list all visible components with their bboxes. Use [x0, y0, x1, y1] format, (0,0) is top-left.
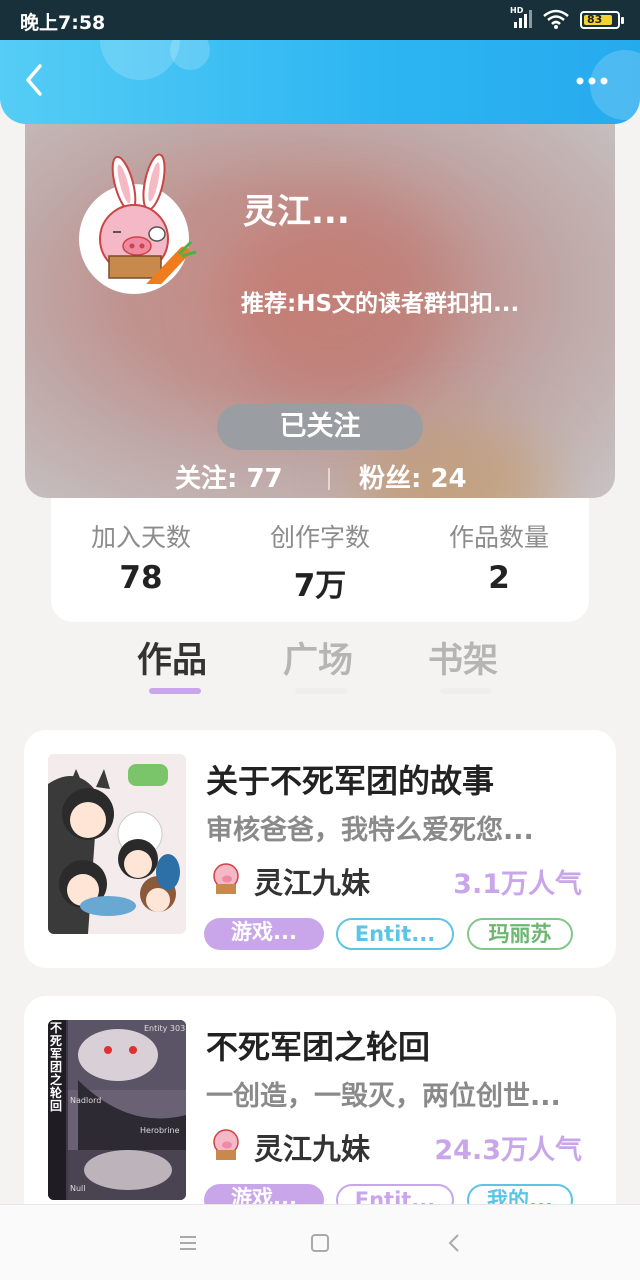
signal-icon — [514, 10, 532, 28]
tab-indicator-active — [149, 688, 201, 694]
work-popularity: 24.3万人气 — [434, 1135, 582, 1166]
work-author[interactable]: 灵江九妹 — [254, 1126, 370, 1168]
stat-label: 加入天数 — [90, 523, 191, 552]
cover-vertical-title: 不死军团之轮回 — [50, 1021, 63, 1113]
battery-icon: 83 — [580, 11, 624, 29]
work-author[interactable]: 灵江九妹 — [254, 860, 370, 902]
work-popularity: 3.1万人气 — [453, 869, 582, 900]
tag-mary-sue[interactable]: 玛丽苏 — [467, 918, 573, 950]
divider — [328, 468, 330, 490]
work-card[interactable]: 关于不死军团的故事 审核爸爸，我特么爱死您... 灵江九妹 3.1万人气 游戏.… — [24, 730, 616, 968]
profile-card: 灵江... 推荐:HS文的读者群扣扣... 已关注 关注: 77 粉丝: 24 — [25, 124, 615, 498]
stat-word-count: 创作字数 7万 — [230, 518, 410, 605]
tab-bookshelf[interactable]: 书架 — [428, 632, 498, 683]
system-nav-bar — [0, 1204, 640, 1280]
profile-recommendation: 推荐:HS文的读者群扣扣... — [241, 291, 520, 317]
follow-button[interactable]: 已关注 — [217, 404, 423, 450]
back-button[interactable] — [20, 60, 52, 100]
tag-genre[interactable]: 游戏... — [204, 918, 324, 950]
profile-name: 灵江... — [243, 192, 350, 232]
stat-value: 7万 — [293, 568, 347, 604]
tab-indicator — [295, 688, 347, 694]
status-time: 晚上7:58 — [20, 12, 106, 34]
stat-label: 作品数量 — [448, 523, 549, 552]
menu-icon[interactable] — [176, 1231, 200, 1255]
tab-works[interactable]: 作品 — [137, 632, 207, 683]
work-description: 一创造，一毁灭，两位创世... — [206, 1081, 561, 1112]
fans-count[interactable]: 粉丝: 24 — [359, 458, 467, 495]
stats-panel: 加入天数 78 创作字数 7万 作品数量 2 — [51, 498, 589, 622]
profile-tabs: 作品 广场 书架 — [0, 622, 640, 708]
work-cover-image[interactable]: 不死军团之轮回 Entity 303 Nadlord Herobrine Nul… — [48, 1020, 186, 1200]
cover-label: Null — [70, 1184, 86, 1193]
stat-join-days: 加入天数 78 — [51, 518, 231, 596]
stat-work-count: 作品数量 2 — [409, 518, 589, 596]
battery-level: 83 — [587, 13, 603, 26]
avatar[interactable] — [79, 153, 197, 294]
back-triangle-icon[interactable] — [443, 1231, 467, 1255]
work-cover-image[interactable] — [48, 754, 186, 934]
work-description: 审核爸爸，我特么爱死您... — [206, 815, 534, 846]
work-title[interactable]: 不死军团之轮回 — [206, 1022, 430, 1068]
author-avatar-icon — [213, 863, 239, 894]
cover-label: Entity 303 — [144, 1024, 186, 1033]
stat-label: 创作字数 — [269, 523, 370, 552]
tab-square[interactable]: 广场 — [283, 632, 353, 683]
top-header — [0, 40, 640, 124]
stat-value: 78 — [119, 560, 163, 596]
cover-label: Nadlord — [70, 1096, 102, 1105]
cover-label: Herobrine — [140, 1126, 180, 1135]
tag-entity[interactable]: Entit... — [336, 918, 454, 950]
stat-value: 2 — [488, 560, 510, 596]
work-card[interactable]: 不死军团之轮回 Entity 303 Nadlord Herobrine Nul… — [24, 996, 616, 1234]
work-title[interactable]: 关于不死军团的故事 — [206, 756, 494, 802]
author-avatar-icon — [213, 1129, 239, 1160]
rabbit-pig-avatar-icon — [99, 153, 197, 284]
wifi-icon — [543, 9, 569, 29]
following-count[interactable]: 关注: 77 — [175, 458, 283, 495]
home-square-icon[interactable] — [308, 1231, 332, 1255]
status-bar: 晚上7:58 HD 83 — [0, 0, 640, 40]
more-options-button[interactable] — [574, 74, 614, 88]
tab-indicator — [440, 688, 492, 694]
